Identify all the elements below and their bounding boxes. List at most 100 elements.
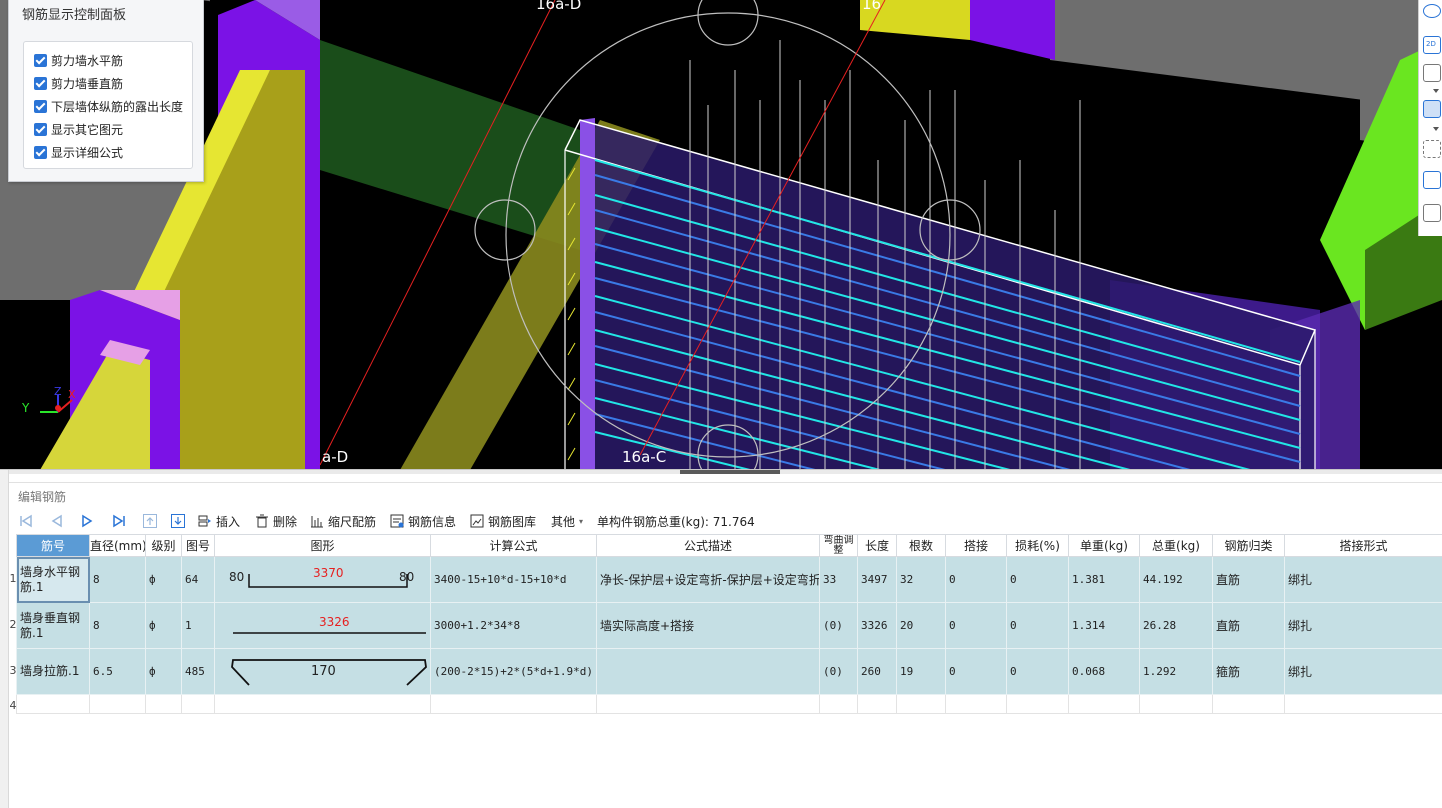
cell-unit-weight[interactable]: 1.314: [1068, 602, 1140, 649]
cell-formula-desc[interactable]: 墙实际高度+搭接: [596, 602, 820, 649]
empty-cell[interactable]: [1006, 694, 1069, 714]
table-row[interactable]: 墙身拉筋.1 6.5 ф 485 170 (200-2*15)+2*(5*d+1…: [16, 648, 1442, 695]
cell-shape[interactable]: 3326: [214, 602, 431, 649]
delete-button[interactable]: 删除: [255, 511, 297, 531]
cell-category[interactable]: 直筋: [1212, 556, 1285, 603]
empty-cell[interactable]: [1212, 694, 1285, 714]
cell-bar-no[interactable]: 墙身水平钢筋.1: [16, 556, 90, 603]
cell-lap-type[interactable]: 绑扎: [1284, 648, 1442, 695]
previous-record-icon[interactable]: [49, 513, 65, 529]
cell-diameter[interactable]: 6.5: [89, 648, 146, 695]
next-record-icon[interactable]: [79, 513, 95, 529]
row-number[interactable]: 1: [9, 572, 17, 585]
col-header-figure-no[interactable]: 图号: [181, 534, 215, 557]
cell-formula-desc[interactable]: 净长-保护层+设定弯折-保护层+设定弯折: [596, 556, 820, 603]
cell-loss[interactable]: 0: [1006, 556, 1069, 603]
3d-viewport[interactable]: 16a-D 16 a-D 16a-C Y Z X: [0, 0, 1442, 470]
empty-cell[interactable]: [857, 694, 897, 714]
other-dropdown[interactable]: 其他 ▾: [551, 511, 583, 531]
scale-rebar-button[interactable]: 缩尺配筋: [310, 511, 376, 531]
table-row-empty[interactable]: [16, 694, 1442, 714]
cell-count[interactable]: 19: [896, 648, 946, 695]
col-header-lap[interactable]: 搭接: [945, 534, 1007, 557]
first-record-icon[interactable]: [18, 513, 34, 529]
empty-cell[interactable]: [89, 694, 146, 714]
col-header-shape[interactable]: 图形: [214, 534, 431, 557]
cell-shape[interactable]: 80 80 3370: [214, 556, 431, 603]
col-header-total-weight[interactable]: 总重(kg): [1139, 534, 1213, 557]
col-header-grade[interactable]: 级别: [145, 534, 182, 557]
col-header-loss[interactable]: 损耗(%): [1006, 534, 1069, 557]
cell-bend-adjust[interactable]: 33: [819, 556, 858, 603]
cell-length[interactable]: 3497: [857, 556, 897, 603]
col-header-bend-adjust[interactable]: 弯曲调整: [819, 534, 858, 557]
2d-icon[interactable]: 2D: [1423, 36, 1441, 54]
table-row[interactable]: 墙身垂直钢筋.1 8 ф 1 3326 3000+1.2*34*8 墙实际高度+…: [16, 602, 1442, 649]
row-number[interactable]: 3: [9, 664, 17, 677]
cell-unit-weight[interactable]: 0.068: [1068, 648, 1140, 695]
col-header-diameter[interactable]: 直径(mm): [89, 534, 146, 557]
checkbox-checked-icon[interactable]: [34, 76, 47, 90]
cell-total-weight[interactable]: 26.28: [1139, 602, 1213, 649]
cell-lap[interactable]: 0: [945, 556, 1007, 603]
cell-category[interactable]: 直筋: [1212, 602, 1285, 649]
cell-unit-weight[interactable]: 1.381: [1068, 556, 1140, 603]
cell-figure-no[interactable]: 64: [181, 556, 215, 603]
cell-lap[interactable]: 0: [945, 648, 1007, 695]
cell-grade[interactable]: ф: [145, 556, 182, 603]
cell-figure-no[interactable]: 485: [181, 648, 215, 695]
cell-length[interactable]: 3326: [857, 602, 897, 649]
option-show-detailed-formula[interactable]: 显示详细公式: [34, 143, 123, 161]
cell-formula[interactable]: 3000+1.2*34*8: [430, 602, 597, 649]
empty-cell[interactable]: [1068, 694, 1140, 714]
cell-diameter[interactable]: 8: [89, 602, 146, 649]
move-up-icon[interactable]: [142, 513, 158, 529]
cell-count[interactable]: 20: [896, 602, 946, 649]
chevron-down-icon[interactable]: [1433, 89, 1439, 93]
list-settings-icon[interactable]: [1423, 204, 1441, 222]
cell-formula[interactable]: (200-2*15)+2*(5*d+1.9*d): [430, 648, 597, 695]
option-show-other-elements[interactable]: 显示其它图元: [34, 120, 123, 138]
empty-cell[interactable]: [896, 694, 946, 714]
row-number[interactable]: 2: [9, 618, 17, 631]
empty-cell[interactable]: [145, 694, 182, 714]
col-header-count[interactable]: 根数: [896, 534, 946, 557]
cube-icon[interactable]: [1423, 171, 1441, 189]
checkbox-checked-icon[interactable]: [34, 122, 47, 136]
col-header-category[interactable]: 钢筋归类: [1212, 534, 1285, 557]
cell-loss[interactable]: 0: [1006, 648, 1069, 695]
empty-cell[interactable]: [945, 694, 1007, 714]
cell-bar-no[interactable]: 墙身拉筋.1: [16, 648, 90, 695]
cell-formula[interactable]: 3400-15+10*d-15+10*d: [430, 556, 597, 603]
cell-grade[interactable]: ф: [145, 602, 182, 649]
cell-count[interactable]: 32: [896, 556, 946, 603]
dashed-select-icon[interactable]: [1423, 140, 1441, 158]
option-lower-wall-exposed-length[interactable]: 下层墙体纵筋的露出长度: [34, 97, 183, 115]
empty-cell[interactable]: [819, 694, 858, 714]
col-header-unit-weight[interactable]: 单重(kg): [1068, 534, 1140, 557]
cell-length[interactable]: 260: [857, 648, 897, 695]
ellipse-icon[interactable]: [1423, 4, 1441, 18]
empty-cell[interactable]: [430, 694, 597, 714]
last-record-icon[interactable]: [111, 513, 127, 529]
col-header-lap-type[interactable]: 搭接形式: [1284, 534, 1442, 557]
cell-bend-adjust[interactable]: (0): [819, 648, 858, 695]
box-solid-icon[interactable]: [1423, 100, 1441, 118]
move-down-icon[interactable]: [170, 513, 186, 529]
empty-cell[interactable]: [16, 694, 90, 714]
chevron-down-icon[interactable]: [1433, 127, 1439, 131]
cell-category[interactable]: 箍筋: [1212, 648, 1285, 695]
cell-lap-type[interactable]: 绑扎: [1284, 556, 1442, 603]
rebar-info-button[interactable]: 钢筋信息: [390, 511, 456, 531]
cell-total-weight[interactable]: 1.292: [1139, 648, 1213, 695]
box-view-icon[interactable]: [1423, 64, 1441, 82]
row-number[interactable]: 4: [9, 699, 17, 712]
col-header-bar-no[interactable]: 筋号: [16, 534, 90, 557]
empty-cell[interactable]: [1284, 694, 1442, 714]
col-header-length[interactable]: 长度: [857, 534, 897, 557]
cell-lap[interactable]: 0: [945, 602, 1007, 649]
rebar-library-button[interactable]: 钢筋图库: [470, 511, 536, 531]
cell-grade[interactable]: ф: [145, 648, 182, 695]
checkbox-checked-icon[interactable]: [34, 145, 47, 159]
cell-formula-desc[interactable]: [596, 648, 820, 695]
